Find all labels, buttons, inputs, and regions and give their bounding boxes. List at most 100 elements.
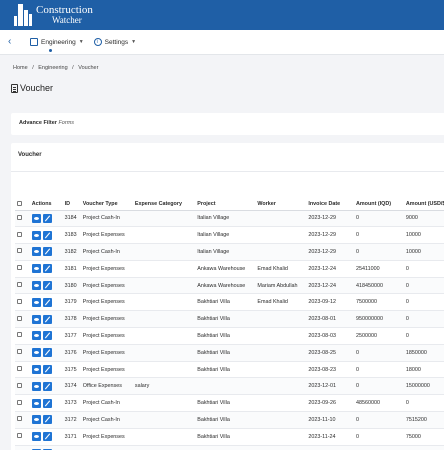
table-row[interactable]: 3171 Project Expenses Bakhtiari Villa 2023-… bbox=[15, 428, 444, 446]
row-checkbox[interactable] bbox=[17, 366, 22, 372]
table-cell: 2023-12-29 bbox=[306, 210, 354, 228]
view-icon[interactable] bbox=[31, 247, 41, 257]
row-checkbox[interactable] bbox=[17, 332, 22, 338]
edit-icon[interactable] bbox=[42, 230, 52, 240]
row-checkbox[interactable] bbox=[17, 399, 22, 405]
row-checkbox[interactable] bbox=[17, 298, 22, 304]
view-icon[interactable] bbox=[31, 331, 41, 341]
row-checkbox[interactable] bbox=[17, 416, 22, 422]
table-cell bbox=[255, 445, 307, 450]
view-icon[interactable] bbox=[31, 297, 41, 307]
table-cell bbox=[255, 411, 307, 429]
row-actions bbox=[29, 277, 63, 295]
edit-icon[interactable] bbox=[42, 314, 52, 324]
table-row[interactable]: 3182 Project Cash-In Italian Village 2023-1… bbox=[15, 243, 444, 261]
row-checkbox[interactable] bbox=[17, 349, 22, 355]
table-cell: 48560000 bbox=[354, 394, 404, 413]
column-header[interactable]: Amount (USD/$) bbox=[403, 199, 444, 211]
breadcrumb-engineering[interactable]: Engineering bbox=[38, 65, 67, 71]
edit-icon[interactable] bbox=[42, 331, 52, 341]
building-logo-icon bbox=[14, 4, 32, 26]
nav-settings-label: Settings bbox=[104, 38, 129, 46]
view-icon[interactable] bbox=[31, 348, 41, 358]
table-cell bbox=[255, 377, 307, 396]
breadcrumb-home[interactable]: Home bbox=[13, 65, 28, 71]
back-button[interactable]: ‹ bbox=[8, 37, 20, 47]
edit-icon[interactable] bbox=[42, 264, 52, 274]
breadcrumb-voucher: Voucher bbox=[78, 65, 99, 71]
table-cell: 3174 bbox=[62, 377, 81, 396]
table-row[interactable]: 3181 Project Expenses Ankawa Warehouse Emad… bbox=[15, 260, 444, 278]
table-row[interactable]: 3170Project Expenses Bakhtiari Villa 2023-… bbox=[15, 445, 444, 450]
view-icon[interactable] bbox=[31, 365, 41, 375]
column-header[interactable]: Project bbox=[195, 199, 256, 211]
select-all-checkbox[interactable] bbox=[17, 200, 22, 206]
view-icon[interactable] bbox=[31, 314, 41, 324]
table-cell: 3181 bbox=[62, 260, 81, 278]
brand-line2: Watcher bbox=[52, 15, 82, 25]
table-row[interactable]: 3173 Project Cash-In Bakhtiari Villa 2023-0… bbox=[15, 394, 444, 413]
edit-icon[interactable] bbox=[42, 281, 52, 291]
row-checkbox[interactable] bbox=[17, 231, 22, 237]
row-checkbox[interactable] bbox=[17, 282, 22, 288]
edit-icon[interactable] bbox=[42, 348, 52, 358]
row-checkbox[interactable] bbox=[17, 315, 22, 321]
row-checkbox[interactable] bbox=[17, 265, 22, 271]
view-icon[interactable] bbox=[31, 415, 41, 425]
table-cell bbox=[255, 361, 307, 379]
table-row[interactable]: 3184 Project Cash-In Italian Village 2023-1… bbox=[15, 210, 444, 228]
row-checkbox[interactable] bbox=[17, 433, 22, 439]
column-header[interactable]: Actions bbox=[29, 199, 63, 211]
edit-icon[interactable] bbox=[42, 213, 52, 223]
table-cell bbox=[132, 361, 196, 379]
column-header[interactable]: Voucher Type bbox=[80, 199, 133, 211]
edit-icon[interactable] bbox=[42, 398, 52, 408]
brand-name[interactable]: Construction Watcher bbox=[36, 5, 93, 26]
view-icon[interactable] bbox=[31, 281, 41, 291]
table-cell: 3179 bbox=[62, 293, 81, 312]
table-row[interactable]: 3172 Project Cash-In Bakhtiari Villa 2023-1… bbox=[15, 411, 444, 429]
table-cell: 2023-08-01 bbox=[306, 310, 354, 329]
advance-filter-panel[interactable]: Advance Filter Forms bbox=[11, 113, 444, 135]
view-icon[interactable] bbox=[31, 264, 41, 274]
edit-icon[interactable] bbox=[42, 415, 52, 425]
table-row[interactable]: 3177 Project Expenses Bakhtiari Villa 2023-… bbox=[15, 327, 444, 345]
row-checkbox[interactable] bbox=[17, 248, 22, 254]
table-row[interactable]: 3183 Project Expenses Italian Village 2023-… bbox=[15, 226, 444, 245]
edit-icon[interactable] bbox=[42, 297, 52, 307]
row-checkbox[interactable] bbox=[17, 382, 22, 388]
table-row[interactable]: 3179 Project Expenses Bakhtiari Villa Emad … bbox=[15, 293, 444, 312]
view-icon[interactable] bbox=[31, 432, 41, 442]
column-header[interactable]: Expense Category bbox=[132, 199, 196, 211]
table-row[interactable]: 3176 Project Expenses Bakhtiari Villa 2023-… bbox=[15, 344, 444, 362]
column-header[interactable]: Invoice Date bbox=[306, 199, 354, 211]
table-row[interactable]: 3178 Project Expenses Bakhtiari Villa 2023-… bbox=[15, 310, 444, 329]
view-icon[interactable] bbox=[31, 213, 41, 223]
column-header[interactable]: ID bbox=[62, 199, 81, 211]
table-cell bbox=[255, 394, 307, 413]
edit-icon[interactable] bbox=[42, 381, 52, 391]
table-cell bbox=[255, 428, 307, 446]
column-header[interactable]: Amount (IQD) bbox=[354, 199, 404, 211]
edit-icon[interactable] bbox=[42, 247, 52, 257]
app-header: Construction Watcher bbox=[0, 0, 444, 30]
table-cell bbox=[255, 210, 307, 228]
table-row[interactable]: 3180 Project Expenses Ankawa Warehouse Mari… bbox=[15, 277, 444, 295]
edit-icon[interactable] bbox=[42, 365, 52, 375]
table-cell: 15000000 bbox=[403, 377, 444, 396]
view-icon[interactable] bbox=[31, 398, 41, 408]
view-icon[interactable] bbox=[31, 230, 41, 240]
column-header[interactable]: Worker bbox=[255, 199, 307, 211]
nav-engineering[interactable]: Engineering ▼ bbox=[30, 38, 84, 46]
table-row[interactable]: 3175 Project Expenses Bakhtiari Villa 2023-… bbox=[15, 361, 444, 379]
row-select bbox=[15, 344, 30, 362]
table-cell: 10000 bbox=[403, 226, 444, 245]
row-checkbox[interactable] bbox=[17, 214, 22, 220]
table-cell: Project Expenses bbox=[80, 293, 133, 312]
table-cell bbox=[132, 226, 196, 245]
table-cell: Italian Village bbox=[195, 243, 256, 261]
edit-icon[interactable] bbox=[42, 432, 52, 442]
table-row[interactable]: 3174 Office Expenses salary 2023-12-01 0 1500… bbox=[15, 377, 444, 396]
view-icon[interactable] bbox=[31, 381, 41, 391]
nav-settings[interactable]: Settings ▼ bbox=[93, 38, 136, 46]
